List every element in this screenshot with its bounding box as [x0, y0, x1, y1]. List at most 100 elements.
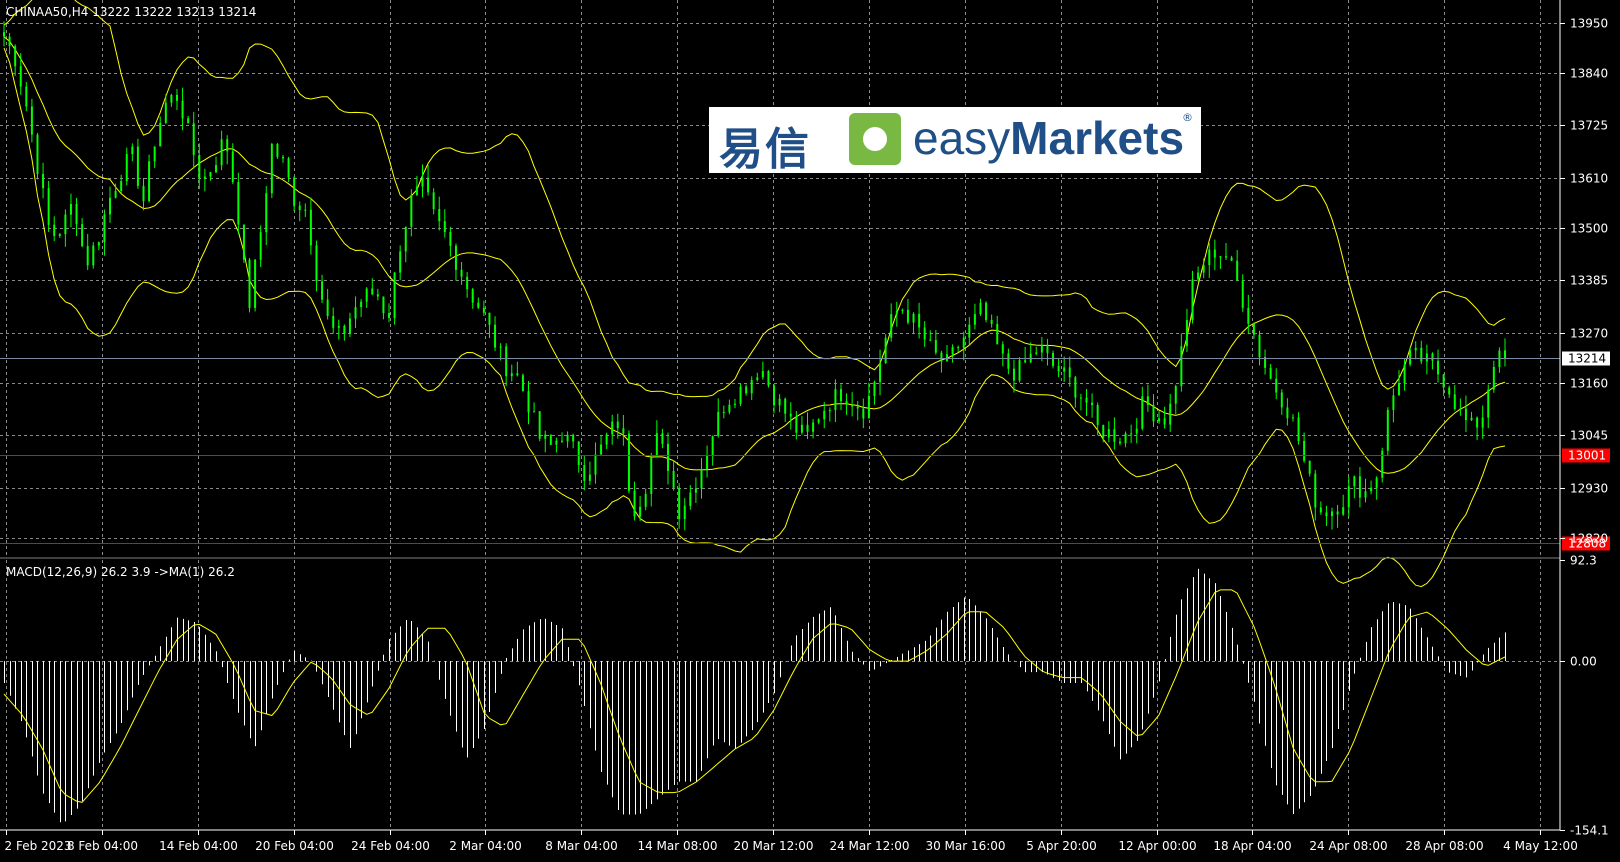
candle-body [745, 386, 748, 394]
candle-body [443, 221, 446, 233]
watermark-chinese-text: 易信 [719, 124, 811, 175]
candle-body [466, 276, 469, 290]
candle-body [1191, 279, 1194, 321]
candle-body [1074, 377, 1077, 398]
candle-body [851, 404, 854, 407]
candle-body [566, 434, 569, 442]
candle-body [69, 204, 72, 215]
candle-body [8, 36, 11, 47]
price-tick-label: 13840 [1570, 67, 1608, 81]
time-tick-label: 2 Feb 2023 [5, 839, 72, 853]
candle-body [845, 401, 848, 405]
candle-body [890, 314, 893, 338]
candle-body [700, 469, 703, 489]
candle-body [209, 172, 212, 177]
time-tick-label: 20 Mar 12:00 [733, 839, 813, 853]
time-tick-label: 18 Apr 04:00 [1213, 839, 1291, 853]
candle-body [1358, 476, 1361, 498]
candle-body [1079, 397, 1082, 399]
candle-body [1230, 257, 1233, 261]
candle-body [1124, 433, 1127, 444]
candle-body [678, 487, 681, 520]
candle-body [879, 363, 882, 382]
candle-body [1035, 352, 1038, 354]
candle-body [683, 505, 686, 520]
candle-body [153, 146, 156, 162]
candle-body [14, 46, 17, 67]
candle-body [1085, 397, 1088, 403]
candle-body [36, 134, 39, 174]
candle-body [985, 302, 988, 320]
candle-body [1275, 378, 1278, 393]
candle-body [577, 441, 580, 465]
candle-body [114, 191, 117, 198]
candle-body [388, 313, 391, 318]
candle-body [1252, 323, 1255, 335]
candle-body [1431, 353, 1434, 361]
candle-body [1409, 350, 1412, 365]
candle-body [1113, 429, 1116, 442]
candle-body [1448, 387, 1451, 395]
candle-body [594, 454, 597, 475]
candle-body [192, 123, 195, 155]
candle-body [499, 346, 502, 348]
easymarkets-watermark: 易信 easyMarkets ® [709, 107, 1201, 175]
candle-body [1096, 405, 1099, 425]
candle-body [1197, 272, 1200, 280]
candle-body [1453, 394, 1456, 410]
candle-body [47, 188, 50, 225]
candle-body [81, 224, 84, 247]
candle-body [655, 433, 658, 458]
candle-body [661, 433, 664, 444]
candle-body [58, 234, 61, 236]
candle-body [572, 434, 575, 442]
candle-body [360, 301, 363, 308]
candle-body [471, 289, 474, 303]
candle-body [376, 294, 379, 297]
price-tick-label: 13045 [1570, 429, 1608, 443]
candle-body [633, 490, 636, 517]
candle-body [521, 375, 524, 392]
candle-body [1386, 409, 1389, 451]
candle-body [1219, 256, 1222, 258]
candle-body [254, 259, 257, 308]
candle-body [739, 386, 742, 404]
candle-body [460, 269, 463, 277]
candle-body [1347, 486, 1350, 508]
candle-body [1308, 460, 1311, 474]
price-tick-label: 12820 [1570, 532, 1608, 546]
candle-body [1241, 280, 1244, 308]
candle-body [1487, 389, 1490, 418]
candle-body [1314, 473, 1317, 508]
registered-mark: ® [1182, 111, 1193, 124]
time-tick-label: 30 Mar 16:00 [925, 839, 1005, 853]
candle-body [789, 413, 792, 417]
candle-body [884, 337, 887, 364]
time-tick-label: 2 Mar 04:00 [449, 839, 522, 853]
candle-body [1247, 307, 1250, 324]
price-tick-label: 13950 [1570, 17, 1608, 31]
candle-body [1029, 353, 1032, 363]
candle-body [1403, 364, 1406, 384]
candle-body [53, 224, 56, 236]
candle-body [371, 288, 374, 295]
candle-body [979, 302, 982, 315]
candle-body [1414, 347, 1417, 351]
candle-body [148, 161, 151, 202]
candle-body [432, 192, 435, 209]
price-tick-label: 13610 [1570, 172, 1608, 186]
candle-body [627, 433, 630, 491]
candle-body [940, 352, 943, 362]
candle-body [3, 32, 5, 37]
candle-body [856, 406, 859, 409]
candle-body [97, 242, 100, 246]
candle-body [773, 385, 776, 406]
candle-body [1163, 418, 1166, 425]
candle-body [895, 310, 898, 315]
time-tick-label: 20 Feb 04:00 [255, 839, 334, 853]
price-tick-label: 13725 [1570, 119, 1608, 133]
candle-body [203, 176, 206, 179]
candle-body [533, 411, 536, 413]
candle-body [276, 144, 279, 157]
time-tick-label: 24 Feb 04:00 [351, 839, 430, 853]
